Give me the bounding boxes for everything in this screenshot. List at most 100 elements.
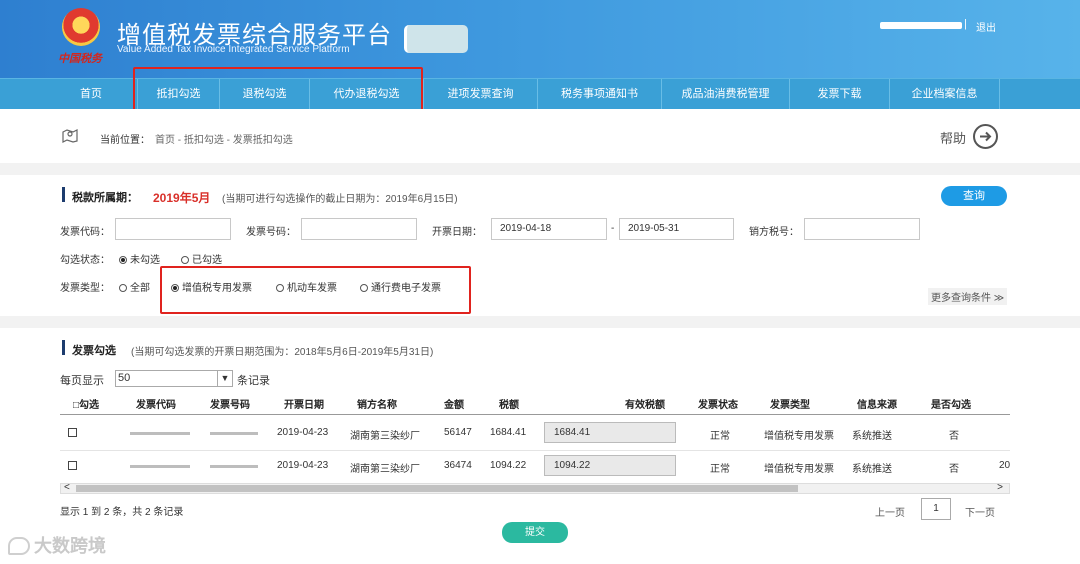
more-conditions-link[interactable]: 更多查询条件 ≫ (928, 288, 1008, 305)
cell-date: 2019-04-23 (277, 427, 329, 438)
highlight-box-invoice-type (160, 266, 471, 314)
horizontal-scrollbar[interactable]: < > (60, 482, 1010, 494)
col-header-check[interactable]: □勾选 (73, 396, 99, 411)
date-from-input[interactable]: 2019-04-18 (491, 218, 607, 240)
radio-type-all[interactable]: 全部 (119, 279, 150, 294)
scroll-right-icon[interactable]: > (997, 482, 1003, 493)
nav-item-tax-notice[interactable]: 税务事项通知书 (538, 79, 662, 110)
pagination-info: 显示 1 到 2 条，共 2 条记录 (60, 507, 184, 518)
chat-bubble-icon (8, 537, 30, 555)
location-icon (62, 129, 78, 143)
per-page-select[interactable]: 50 ▼ (115, 370, 233, 387)
radio-checked-label: 已勾选 (192, 255, 222, 266)
breadcrumb-label: 当前位置： (100, 135, 150, 146)
cell-amount: 36474 (444, 460, 472, 471)
submit-button[interactable]: 提交 (502, 522, 568, 543)
table-header-divider (60, 414, 1010, 415)
radio-unchecked[interactable]: 未勾选 (119, 251, 160, 266)
scrollbar-thumb[interactable] (76, 485, 798, 492)
cell-overflow: 20 (999, 460, 1011, 471)
breadcrumb: 首页 - 抵扣勾选 - 发票抵扣勾选 (155, 135, 293, 146)
invoice-code-label: 发票代码： (60, 227, 110, 238)
radio-unchecked-label: 未勾选 (130, 255, 160, 266)
cell-status: 正常 (710, 431, 730, 442)
col-header-status: 发票状态 (698, 400, 738, 411)
per-page-label: 每页显示 (60, 375, 104, 387)
section-divider (0, 316, 1080, 328)
national-emblem-icon (62, 8, 100, 46)
tax-logo-text: 中国税务 (58, 52, 102, 65)
redacted-username (880, 22, 962, 29)
page-number-button[interactable]: 1 (921, 498, 951, 520)
cell-seller: 湖南第三染纱厂 (350, 431, 420, 442)
col-header-effective-tax: 有效税额 (625, 400, 665, 411)
cell-seller: 湖南第三染纱厂 (350, 464, 420, 475)
seller-tax-label: 销方税号： (749, 227, 799, 238)
col-header-tax: 税额 (499, 400, 519, 411)
cell-source: 系统推送 (852, 464, 892, 475)
invoice-number-label: 发票号码： (246, 227, 296, 238)
nav-item-oil-tax[interactable]: 成品油消费税管理 (662, 79, 790, 110)
redacted-invoice-number (210, 432, 258, 435)
invoice-section-title: 发票勾选 (62, 340, 116, 358)
header-separator: | (964, 18, 967, 30)
col-header-date: 开票日期 (284, 400, 324, 411)
watermark-text: 大数跨境 (34, 536, 106, 556)
cell-checked: 否 (949, 464, 959, 475)
radio-type-all-label: 全部 (130, 283, 150, 294)
radio-selected-icon (119, 256, 127, 264)
row-divider (60, 450, 1010, 451)
col-header-seller: 销方名称 (357, 400, 397, 411)
nav-item-home[interactable]: 首页 (45, 79, 138, 110)
watermark: 大数跨境 (8, 532, 106, 558)
platform-subtitle: Value Added Tax Invoice Integrated Servi… (117, 44, 350, 55)
chevron-down-icon: ▼ (217, 371, 232, 386)
prev-page-button[interactable]: 上一页 (875, 504, 905, 519)
logout-link[interactable]: 退出 (976, 19, 996, 34)
col-header-code: 发票代码 (136, 400, 176, 411)
col-header-checked: 是否勾选 (931, 400, 971, 411)
cell-tax: 1094.22 (490, 460, 527, 471)
next-page-button[interactable]: 下一页 (965, 504, 995, 519)
date-to-input[interactable]: 2019-05-31 (619, 218, 734, 240)
cell-tax: 1684.41 (490, 427, 527, 438)
col-header-number: 发票号码 (210, 400, 250, 411)
cell-source: 系统推送 (852, 431, 892, 442)
radio-icon (181, 256, 189, 264)
invoice-date-range-note: (当期可勾选发票的开票日期范围为：2018年5月6日-2019年5月31日) (131, 347, 434, 358)
deadline-note: (当期可进行勾选操作的截止日期为：2019年6月15日) (222, 194, 458, 205)
effective-tax-input[interactable]: 1684.41 (544, 422, 676, 443)
arrow-right-circle-icon[interactable] (973, 124, 998, 149)
row-checkbox[interactable] (68, 428, 77, 437)
nav-item-invoice-download[interactable]: 发票下载 (790, 79, 890, 110)
cell-amount: 56147 (444, 427, 472, 438)
date-separator: - (611, 223, 615, 234)
seller-tax-input[interactable] (804, 218, 920, 240)
invoice-code-input[interactable] (115, 218, 231, 240)
radio-icon (119, 284, 127, 292)
row-checkbox[interactable] (68, 461, 77, 470)
nav-item-input-invoice-query[interactable]: 进项发票查询 (424, 79, 538, 110)
tax-period-value: 2019年5月 (153, 191, 211, 205)
check-status-label: 勾选状态： (60, 255, 110, 266)
cell-checked: 否 (949, 431, 959, 442)
redacted-invoice-number (210, 465, 258, 468)
cell-date: 2019-04-23 (277, 460, 329, 471)
cell-status: 正常 (710, 464, 730, 475)
records-label: 条记录 (237, 375, 270, 387)
issue-date-label: 开票日期： (432, 227, 482, 238)
query-button[interactable]: 查询 (941, 186, 1007, 206)
redacted-invoice-code (130, 465, 190, 468)
per-page-value: 50 (118, 372, 131, 384)
invoice-number-input[interactable] (301, 218, 417, 240)
section-divider (0, 163, 1080, 175)
col-header-amount: 金额 (444, 400, 464, 411)
nav-item-company-profile[interactable]: 企业档案信息 (890, 79, 1000, 110)
radio-checked[interactable]: 已勾选 (181, 251, 222, 266)
cell-type: 增值税专用发票 (764, 431, 834, 442)
effective-tax-input[interactable]: 1094.22 (544, 455, 676, 476)
help-link[interactable]: 帮助 (940, 128, 966, 147)
col-header-source: 信息来源 (857, 400, 897, 411)
redacted-badge (404, 25, 468, 53)
scroll-left-icon[interactable]: < (64, 482, 70, 493)
